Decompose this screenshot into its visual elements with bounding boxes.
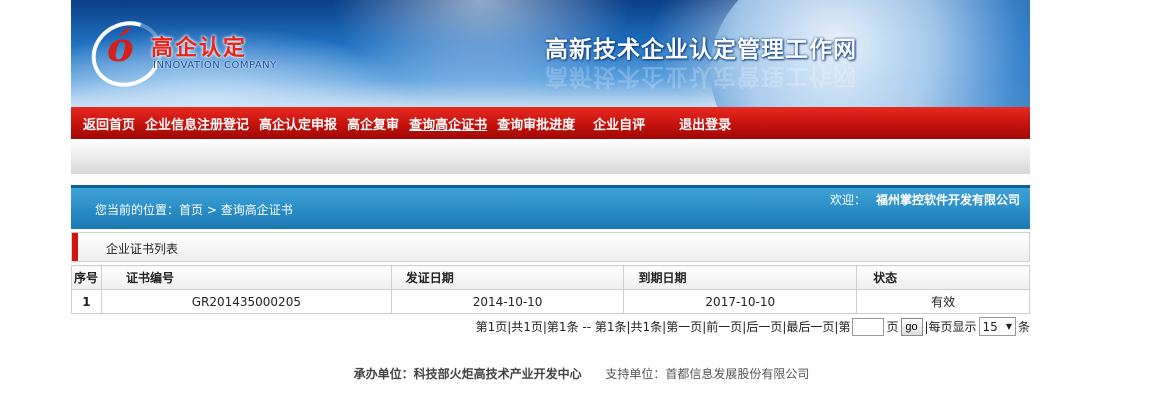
logo-text: 高企认定 xyxy=(151,36,248,61)
footer-support: 首都信息发展股份有限公司 xyxy=(665,367,810,381)
pagination-summary: 第1页|共1页|第1条 -- 第1条|共1条| xyxy=(475,320,667,334)
main-nav: 返回首页 企业信息注册登记 高企认定申报 高企复审 查询高企证书 查询审批进度 … xyxy=(71,107,1030,139)
nav-home[interactable]: 返回首页 xyxy=(83,114,135,133)
column-header-expiry-date: 到期日期 xyxy=(623,265,858,290)
footer-host-label: 承办单位： xyxy=(353,367,414,381)
nav-self-assessment[interactable]: 企业自评 xyxy=(593,114,645,133)
table-header-row: 序号 证书编号 发证日期 到期日期 状态 xyxy=(71,265,1030,290)
nav-company-registration[interactable]: 企业信息注册登记 xyxy=(145,114,249,133)
breadcrumb-current: 查询高企证书 xyxy=(220,203,293,217)
breadcrumb-home-link[interactable]: 首页 xyxy=(179,203,203,217)
location-bar: 欢迎： 福州掌控软件开发有限公司 您当前的位置：首页 > 查询高企证书 xyxy=(71,185,1030,229)
nav-logout[interactable]: 退出登录 xyxy=(679,114,731,133)
table-row: 1 GR201435000205 2014-10-10 2017-10-10 有… xyxy=(71,289,1030,314)
per-page-label: |每页显示 xyxy=(924,320,977,334)
cell-issue-date: 2014-10-10 xyxy=(390,289,625,314)
nav-query-certificate[interactable]: 查询高企证书 xyxy=(409,114,487,133)
goto-suffix: 页 xyxy=(886,320,899,334)
last-page-link[interactable]: 最后一页 xyxy=(786,318,834,335)
goto-prefix: 第 xyxy=(838,320,851,334)
column-header-status: 状态 xyxy=(856,265,1030,290)
column-header-issue-date: 发证日期 xyxy=(390,265,625,290)
cell-cert-number: GR201435000205 xyxy=(100,289,392,314)
nav-certification-apply[interactable]: 高企认定申报 xyxy=(259,114,337,133)
breadcrumb-prefix: 您当前的位置： xyxy=(95,203,180,217)
section-marker xyxy=(72,233,78,261)
footer-host: 科技部火炬高技术产业开发中心 xyxy=(413,367,582,381)
welcome-label: 欢迎： xyxy=(829,193,866,207)
logo-mark-icon: ó xyxy=(107,24,134,71)
footer-support-label: 支持单位： xyxy=(605,367,666,381)
welcome-message: 欢迎： 福州掌控软件开发有限公司 xyxy=(830,191,1020,208)
page-container: ó 高企认定 INNOVATION COMPANY 高新技术企业认定管理工作网 … xyxy=(71,0,1030,336)
header-banner: ó 高企认定 INNOVATION COMPANY 高新技术企业认定管理工作网 … xyxy=(71,0,1030,107)
column-header-index: 序号 xyxy=(71,265,102,290)
dropdown-arrow-icon: ▼ xyxy=(1005,322,1012,331)
page-size-select[interactable]: 15 ▼ xyxy=(978,317,1016,336)
cell-index: 1 xyxy=(71,289,102,314)
first-page-link[interactable]: 第一页 xyxy=(666,318,702,335)
per-page-suffix: 条 xyxy=(1017,320,1030,334)
section-title: 企业证书列表 xyxy=(106,242,179,256)
page-size-value: 15 xyxy=(982,319,998,334)
logo-subtext: INNOVATION COMPANY xyxy=(153,60,277,71)
pagination: 第1页|共1页|第1条 -- 第1条|共1条| 第一页 | 前一页 | 后一页 … xyxy=(476,317,1030,336)
section-header: 企业证书列表 xyxy=(71,232,1030,262)
column-header-cert-number: 证书编号 xyxy=(100,265,392,290)
site-title: 高新技术企业认定管理工作网 xyxy=(545,37,857,63)
certificate-table: 序号 证书编号 发证日期 到期日期 状态 1 GR201435000205 20… xyxy=(71,265,1030,314)
breadcrumb-separator: > xyxy=(206,203,217,217)
company-name: 福州掌控软件开发有限公司 xyxy=(875,193,1020,207)
page-number-input[interactable] xyxy=(852,317,885,336)
breadcrumb: 您当前的位置：首页 > 查询高企证书 xyxy=(95,201,293,218)
go-button[interactable]: go xyxy=(900,317,923,336)
next-page-link[interactable]: 后一页 xyxy=(746,318,782,335)
nav-recheck[interactable]: 高企复审 xyxy=(347,114,399,133)
site-title-reflection: 高新技术企业认定管理工作网 xyxy=(545,63,857,89)
nav-query-progress[interactable]: 查询审批进度 xyxy=(497,114,575,133)
cell-expiry-date: 2017-10-10 xyxy=(623,289,858,314)
cell-status: 有效 xyxy=(856,289,1030,314)
prev-page-link[interactable]: 前一页 xyxy=(706,318,742,335)
sub-nav-bar xyxy=(71,142,1030,174)
footer: 承办单位：科技部火炬高技术产业开发中心 支持单位：首都信息发展股份有限公司 xyxy=(0,365,1163,382)
